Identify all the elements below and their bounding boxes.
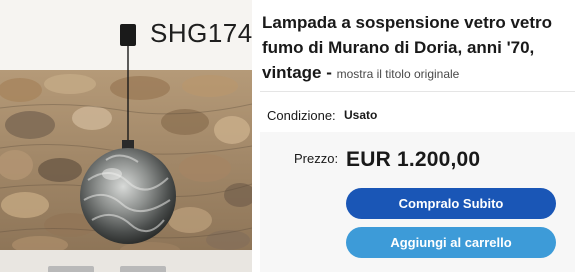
buy-now-label: Compralo Subito (398, 196, 504, 211)
thumbnail-tab[interactable] (120, 266, 166, 272)
buy-now-button[interactable]: Compralo Subito (346, 188, 556, 219)
price-value: EUR 1.200,00 (346, 148, 481, 171)
section-divider (260, 91, 575, 92)
product-image[interactable]: SHG174 (0, 0, 252, 272)
thumbnail-tab[interactable] (48, 266, 94, 272)
add-to-cart-label: Aggiungi al carrello (390, 235, 512, 250)
condition-value: Usato (344, 108, 378, 122)
listing-title: Lampada a sospensione vetro vetro fumo d… (262, 10, 572, 87)
show-original-title-link[interactable]: mostra il titolo originale (337, 67, 460, 81)
product-code-overlay: SHG174 (150, 18, 252, 48)
listing-info-panel: Lampada a sospensione vetro vetro fumo d… (260, 0, 575, 272)
condition-label: Condizione: (267, 108, 336, 123)
price-label: Prezzo: (294, 151, 339, 166)
add-to-cart-button[interactable]: Aggiungi al carrello (346, 227, 556, 258)
